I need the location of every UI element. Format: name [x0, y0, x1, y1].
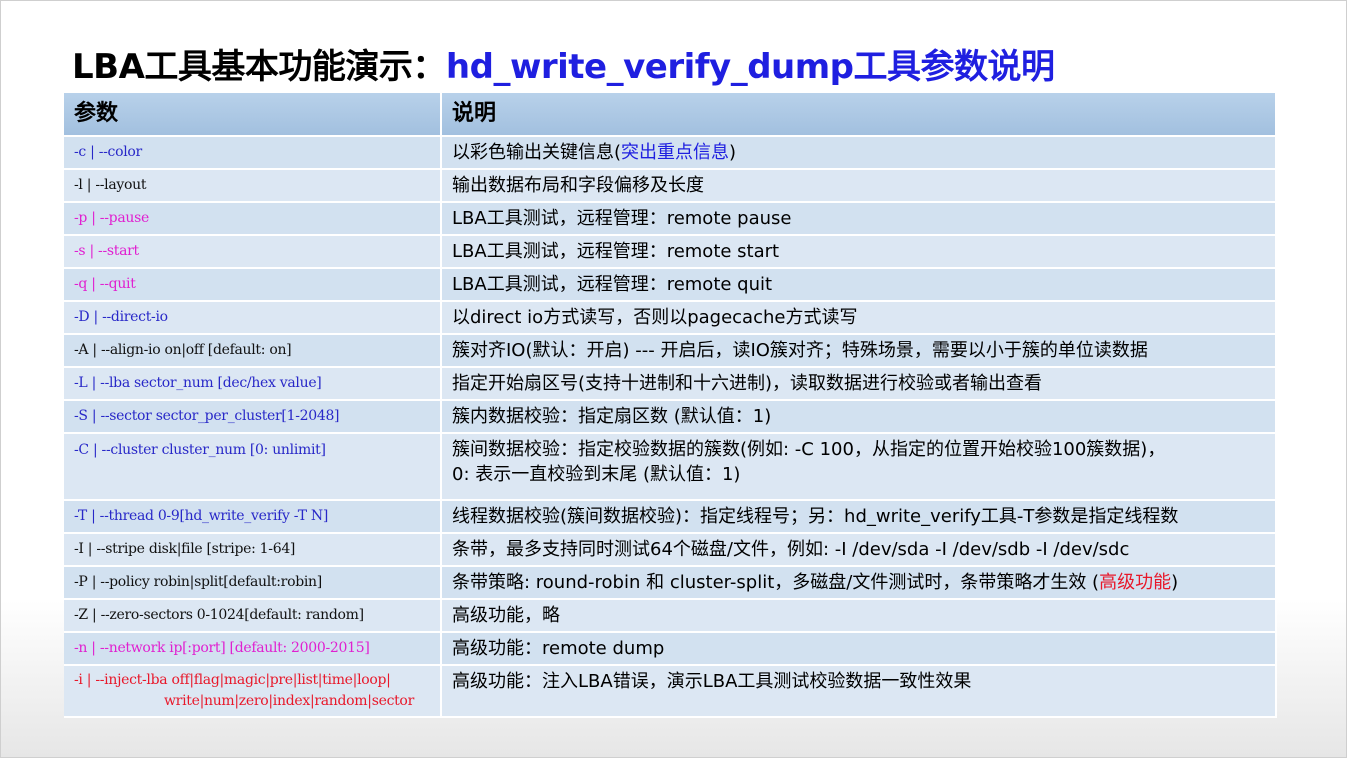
- desc-cell: 条带，最多支持同时测试64个磁盘/文件，例如: -I /dev/sda -I /…: [442, 534, 1277, 567]
- desc-text: 簇间数据校验：指定校验数据的簇数(例如: -C 100，从指定的位置开始校验10…: [452, 439, 1166, 460]
- desc-cell: 簇间数据校验：指定校验数据的簇数(例如: -C 100，从指定的位置开始校验10…: [442, 434, 1277, 501]
- param-text-line2: write|num|zero|index|random|sector: [164, 693, 414, 709]
- param-cell: -A | --align-io on|off [default: on]: [64, 335, 442, 368]
- param-cell: -T | --thread 0-9[hd_write_verify -T N]: [64, 501, 442, 534]
- table-row: -c | --color 以彩色输出关键信息(突出重点信息): [64, 137, 1277, 170]
- param-cell: -s | --start: [64, 236, 442, 269]
- desc-cell: 线程数据校验(簇间数据校验)：指定线程号；另：hd_write_verify工具…: [442, 501, 1277, 534]
- param-text: -i | --inject-lba off|flag|magic|pre|lis…: [74, 672, 391, 688]
- table-row: -C | --cluster cluster_num [0: unlimit] …: [64, 434, 1277, 501]
- table-row: -i | --inject-lba off|flag|magic|pre|lis…: [64, 666, 1277, 718]
- desc-cell: 簇内数据校验：指定扇区数 (默认值：1): [442, 401, 1277, 434]
- header-desc: 说明: [442, 93, 1277, 137]
- desc-text: 条带策略: round-robin 和 cluster-split，多磁盘/文件…: [452, 572, 1100, 593]
- desc-text: ): [729, 142, 737, 163]
- slide-title: LBA工具基本功能演示：hd_write_verify_dump工具参数说明: [72, 40, 1055, 94]
- table-row: -Z | --zero-sectors 0-1024[default: rand…: [64, 600, 1277, 633]
- desc-cell: LBA工具测试，远程管理：remote pause: [442, 203, 1277, 236]
- desc-cell: 输出数据布局和字段偏移及长度: [442, 170, 1277, 203]
- desc-cell: 以direct io方式读写，否则以pagecache方式读写: [442, 302, 1277, 335]
- table-row: -s | --start LBA工具测试，远程管理：remote start: [64, 236, 1277, 269]
- table-row: -L | --lba sector_num [dec/hex value] 指定…: [64, 368, 1277, 401]
- table-row: -S | --sector sector_per_cluster[1-2048]…: [64, 401, 1277, 434]
- header-param: 参数: [64, 93, 442, 137]
- desc-cell: 指定开始扇区号(支持十进制和十六进制)，读取数据进行校验或者输出查看: [442, 368, 1277, 401]
- param-cell: -i | --inject-lba off|flag|magic|pre|lis…: [64, 666, 442, 718]
- table-row: -I | --stripe disk|file [stripe: 1-64] 条…: [64, 534, 1277, 567]
- desc-cell: 高级功能：remote dump: [442, 633, 1277, 666]
- param-cell: -S | --sector sector_per_cluster[1-2048]: [64, 401, 442, 434]
- table-row: -T | --thread 0-9[hd_write_verify -T N] …: [64, 501, 1277, 534]
- param-cell: -p | --pause: [64, 203, 442, 236]
- desc-cell: LBA工具测试，远程管理：remote quit: [442, 269, 1277, 302]
- param-cell: -D | --direct-io: [64, 302, 442, 335]
- desc-text-line2: 0: 表示一直校验到末尾 (默认值：1): [452, 464, 741, 485]
- param-cell: -c | --color: [64, 137, 442, 170]
- desc-highlight: 高级功能: [1099, 572, 1172, 593]
- desc-cell: 高级功能，略: [442, 600, 1277, 633]
- param-cell: -l | --layout: [64, 170, 442, 203]
- param-cell: -I | --stripe disk|file [stripe: 1-64]: [64, 534, 442, 567]
- table-row: -l | --layout 输出数据布局和字段偏移及长度: [64, 170, 1277, 203]
- table-row: -D | --direct-io 以direct io方式读写，否则以pagec…: [64, 302, 1277, 335]
- desc-cell: LBA工具测试，远程管理：remote start: [442, 236, 1277, 269]
- table-row: -q | --quit LBA工具测试，远程管理：remote quit: [64, 269, 1277, 302]
- table-row: -p | --pause LBA工具测试，远程管理：remote pause: [64, 203, 1277, 236]
- desc-text: ): [1171, 572, 1179, 593]
- table-row: -n | --network ip[:port] [default: 2000-…: [64, 633, 1277, 666]
- param-cell: -L | --lba sector_num [dec/hex value]: [64, 368, 442, 401]
- desc-cell: 以彩色输出关键信息(突出重点信息): [442, 137, 1277, 170]
- desc-cell: 高级功能：注入LBA错误，演示LBA工具测试校验数据一致性效果: [442, 666, 1277, 718]
- parameter-table: 参数 说明 -c | --color 以彩色输出关键信息(突出重点信息) -l …: [64, 93, 1277, 718]
- table-row: -P | --policy robin|split[default:robin]…: [64, 567, 1277, 600]
- title-tool-name: hd_write_verify_dump工具参数说明: [445, 47, 1055, 87]
- param-cell: -C | --cluster cluster_num [0: unlimit]: [64, 434, 442, 501]
- param-cell: -P | --policy robin|split[default:robin]: [64, 567, 442, 600]
- desc-cell: 条带策略: round-robin 和 cluster-split，多磁盘/文件…: [442, 567, 1277, 600]
- desc-highlight: 突出重点信息: [621, 142, 730, 163]
- param-cell: -n | --network ip[:port] [default: 2000-…: [64, 633, 442, 666]
- title-prefix: LBA工具基本功能演示：: [72, 47, 446, 87]
- param-cell: -q | --quit: [64, 269, 442, 302]
- param-cell: -Z | --zero-sectors 0-1024[default: rand…: [64, 600, 442, 633]
- table-row: -A | --align-io on|off [default: on] 簇对齐…: [64, 335, 1277, 368]
- desc-text: 以彩色输出关键信息(: [452, 142, 622, 163]
- table-header-row: 参数 说明: [64, 93, 1277, 137]
- desc-cell: 簇对齐IO(默认：开启) --- 开启后，读IO簇对齐；特殊场景，需要以小于簇的…: [442, 335, 1277, 368]
